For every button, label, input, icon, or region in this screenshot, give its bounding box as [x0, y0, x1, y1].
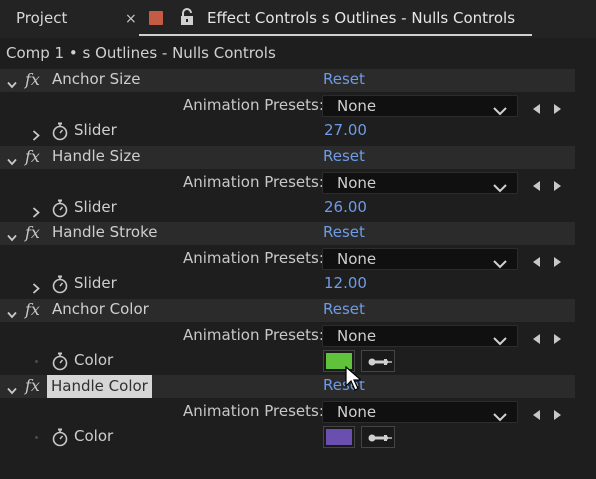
animation-presets-label: Animation Presets: [183, 402, 324, 420]
property-row: Color [0, 426, 575, 449]
chevron-down-icon[interactable] [7, 152, 17, 166]
chevron-down-icon[interactable] [7, 381, 17, 395]
stopwatch-icon[interactable] [51, 275, 69, 294]
effect-name[interactable]: Anchor Color [52, 300, 149, 318]
animation-presets-label: Animation Presets: [183, 96, 324, 114]
slider-value[interactable]: 12.00 [324, 274, 367, 292]
tab-effect-controls-label: Effect Controls s Outlines - Nulls Contr… [207, 9, 516, 27]
property-label: Slider [74, 121, 117, 139]
chevron-down-icon[interactable] [7, 305, 17, 319]
reset-link[interactable]: Reset [323, 223, 365, 241]
arrow-right-icon[interactable] [553, 100, 563, 114]
effect-header-row[interactable]: fx Handle Stroke Reset [0, 222, 575, 245]
property-row: Color [0, 350, 575, 373]
arrow-left-icon[interactable] [531, 406, 541, 420]
property-label: Slider [74, 274, 117, 292]
eyedropper-icon[interactable] [361, 350, 395, 372]
eyedropper-icon[interactable] [361, 426, 395, 448]
chevron-down-icon [493, 407, 507, 422]
effect-name[interactable]: Handle Size [52, 147, 140, 165]
slider-value[interactable]: 27.00 [324, 121, 367, 139]
chevron-down-icon [493, 254, 507, 269]
panel-tab-bar: Project × Effect Controls s Outlines - N… [0, 0, 596, 38]
fx-icon[interactable]: fx [25, 300, 40, 319]
effect-header-row[interactable]: fx Anchor Color Reset [0, 299, 575, 322]
reset-link[interactable]: Reset [323, 300, 365, 318]
comp-breadcrumb: Comp 1 • s Outlines - Nulls Controls [6, 44, 276, 62]
arrow-right-icon[interactable] [553, 406, 563, 420]
fx-icon[interactable]: fx [25, 147, 40, 166]
animation-presets-dropdown[interactable]: None [322, 325, 518, 347]
property-label: Color [74, 427, 114, 445]
mouse-cursor-icon [345, 366, 363, 391]
chevron-right-icon[interactable] [31, 126, 41, 141]
arrow-right-icon[interactable] [553, 177, 563, 191]
arrow-right-icon[interactable] [553, 253, 563, 267]
lock-icon[interactable] [179, 8, 195, 26]
chevron-down-icon[interactable] [7, 228, 17, 242]
animation-presets-dropdown[interactable]: None [322, 401, 518, 423]
animation-presets-row: Animation Presets: None [0, 172, 575, 195]
arrow-left-icon[interactable] [531, 330, 541, 344]
slider-value[interactable]: 26.00 [324, 198, 367, 216]
effect-header-row[interactable]: fx Handle Color Reset [0, 375, 575, 398]
animation-presets-row: Animation Presets: None [0, 401, 575, 424]
panel-bottom [0, 450, 596, 479]
animation-presets-row: Animation Presets: None [0, 248, 575, 271]
color-swatch[interactable] [323, 426, 355, 448]
chevron-down-icon [493, 178, 507, 193]
animation-presets-row: Animation Presets: None [0, 325, 575, 348]
effect-name[interactable]: Handle Color [47, 375, 152, 398]
bullet-dot [35, 360, 38, 363]
reset-link[interactable]: Reset [323, 70, 365, 88]
fx-icon[interactable]: fx [25, 223, 40, 242]
close-icon[interactable]: × [125, 11, 137, 27]
animation-presets-label: Animation Presets: [183, 249, 324, 267]
dropdown-value: None [337, 174, 377, 192]
dropdown-value: None [337, 97, 377, 115]
animation-presets-label: Animation Presets: [183, 326, 324, 344]
arrow-left-icon[interactable] [531, 177, 541, 191]
chevron-right-icon[interactable] [31, 203, 41, 218]
fx-icon[interactable]: fx [25, 70, 40, 89]
dropdown-value: None [337, 403, 377, 421]
tab-project-label: Project [16, 9, 68, 27]
animation-presets-dropdown[interactable]: None [322, 172, 518, 194]
chevron-right-icon[interactable] [31, 279, 41, 294]
tab-effect-controls[interactable]: Effect Controls s Outlines - Nulls Contr… [139, 0, 532, 38]
arrow-left-icon[interactable] [531, 253, 541, 267]
chevron-down-icon [493, 331, 507, 346]
arrow-right-icon[interactable] [553, 330, 563, 344]
chevron-down-icon[interactable] [7, 75, 17, 89]
label-color-swatch [149, 11, 163, 25]
bullet-dot [35, 436, 38, 439]
effect-name[interactable]: Handle Stroke [52, 223, 157, 241]
arrow-left-icon[interactable] [531, 100, 541, 114]
animation-presets-row: Animation Presets: None [0, 95, 575, 118]
scrollbar-track[interactable] [575, 66, 596, 450]
stopwatch-icon[interactable] [51, 199, 69, 218]
property-row: Slider 26.00 [0, 197, 575, 220]
effect-name[interactable]: Anchor Size [52, 70, 140, 88]
animation-presets-label: Animation Presets: [183, 173, 324, 191]
property-row: Slider 27.00 [0, 120, 575, 143]
stopwatch-icon[interactable] [51, 122, 69, 141]
dropdown-value: None [337, 250, 377, 268]
stopwatch-icon[interactable] [51, 352, 69, 371]
fx-icon[interactable]: fx [25, 376, 40, 395]
dropdown-value: None [337, 327, 377, 345]
stopwatch-icon[interactable] [51, 428, 69, 447]
animation-presets-dropdown[interactable]: None [322, 95, 518, 117]
effect-header-row[interactable]: fx Handle Size Reset [0, 146, 575, 169]
reset-link[interactable]: Reset [323, 147, 365, 165]
property-label: Slider [74, 198, 117, 216]
active-tab-underline [139, 34, 532, 36]
property-row: Slider 12.00 [0, 273, 575, 296]
property-label: Color [74, 351, 114, 369]
effect-header-row[interactable]: fx Anchor Size Reset [0, 69, 575, 92]
animation-presets-dropdown[interactable]: None [322, 248, 518, 270]
chevron-down-icon [493, 101, 507, 116]
color-swatch-fill [326, 429, 352, 445]
tab-project[interactable]: Project × [0, 0, 139, 38]
